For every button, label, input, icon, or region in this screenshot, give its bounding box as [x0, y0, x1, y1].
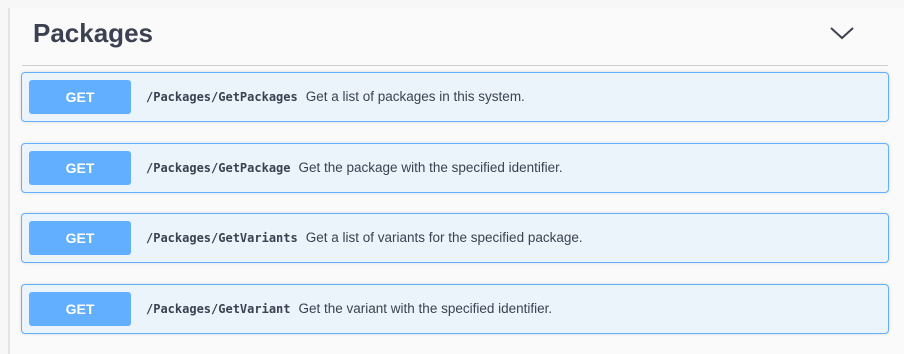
operation-get-variants[interactable]: GET /Packages/GetVariants Get a list of v…	[21, 213, 889, 263]
method-badge: GET	[29, 80, 131, 114]
operation-description: Get a list of variants for the specified…	[305, 230, 583, 245]
operation-description: Get a list of packages in this system.	[305, 89, 525, 104]
operation-description: Get the variant with the specified ident…	[298, 301, 553, 316]
operation-summary-line: /Packages/GetPackages Get a list of packa…	[146, 73, 525, 121]
operation-description: Get the package with the specified ident…	[298, 160, 563, 175]
page-frame: Packages GET /Packages/GetPackages Get a …	[0, 0, 904, 354]
method-badge: GET	[29, 151, 131, 185]
operation-path: /Packages/GetPackages	[146, 90, 298, 104]
section-title: Packages	[33, 18, 153, 48]
method-badge: GET	[29, 292, 131, 326]
operation-summary-line: /Packages/GetPackage Get the package with…	[146, 144, 563, 192]
operation-path: /Packages/GetPackage	[146, 161, 291, 175]
section-header[interactable]: Packages	[22, 12, 888, 66]
operation-get-package[interactable]: GET /Packages/GetPackage Get the package …	[21, 143, 889, 193]
operation-summary-line: /Packages/GetVariants Get a list of varia…	[146, 214, 583, 262]
chevron-down-icon[interactable]	[828, 23, 856, 43]
operation-get-packages[interactable]: GET /Packages/GetPackages Get a list of p…	[21, 72, 889, 122]
operation-path: /Packages/GetVariant	[146, 302, 291, 316]
operation-path: /Packages/GetVariants	[146, 231, 298, 245]
method-badge: GET	[29, 221, 131, 255]
operation-summary-line: /Packages/GetVariant Get the variant with…	[146, 285, 552, 333]
operation-get-variant[interactable]: GET /Packages/GetVariant Get the variant …	[21, 284, 889, 334]
